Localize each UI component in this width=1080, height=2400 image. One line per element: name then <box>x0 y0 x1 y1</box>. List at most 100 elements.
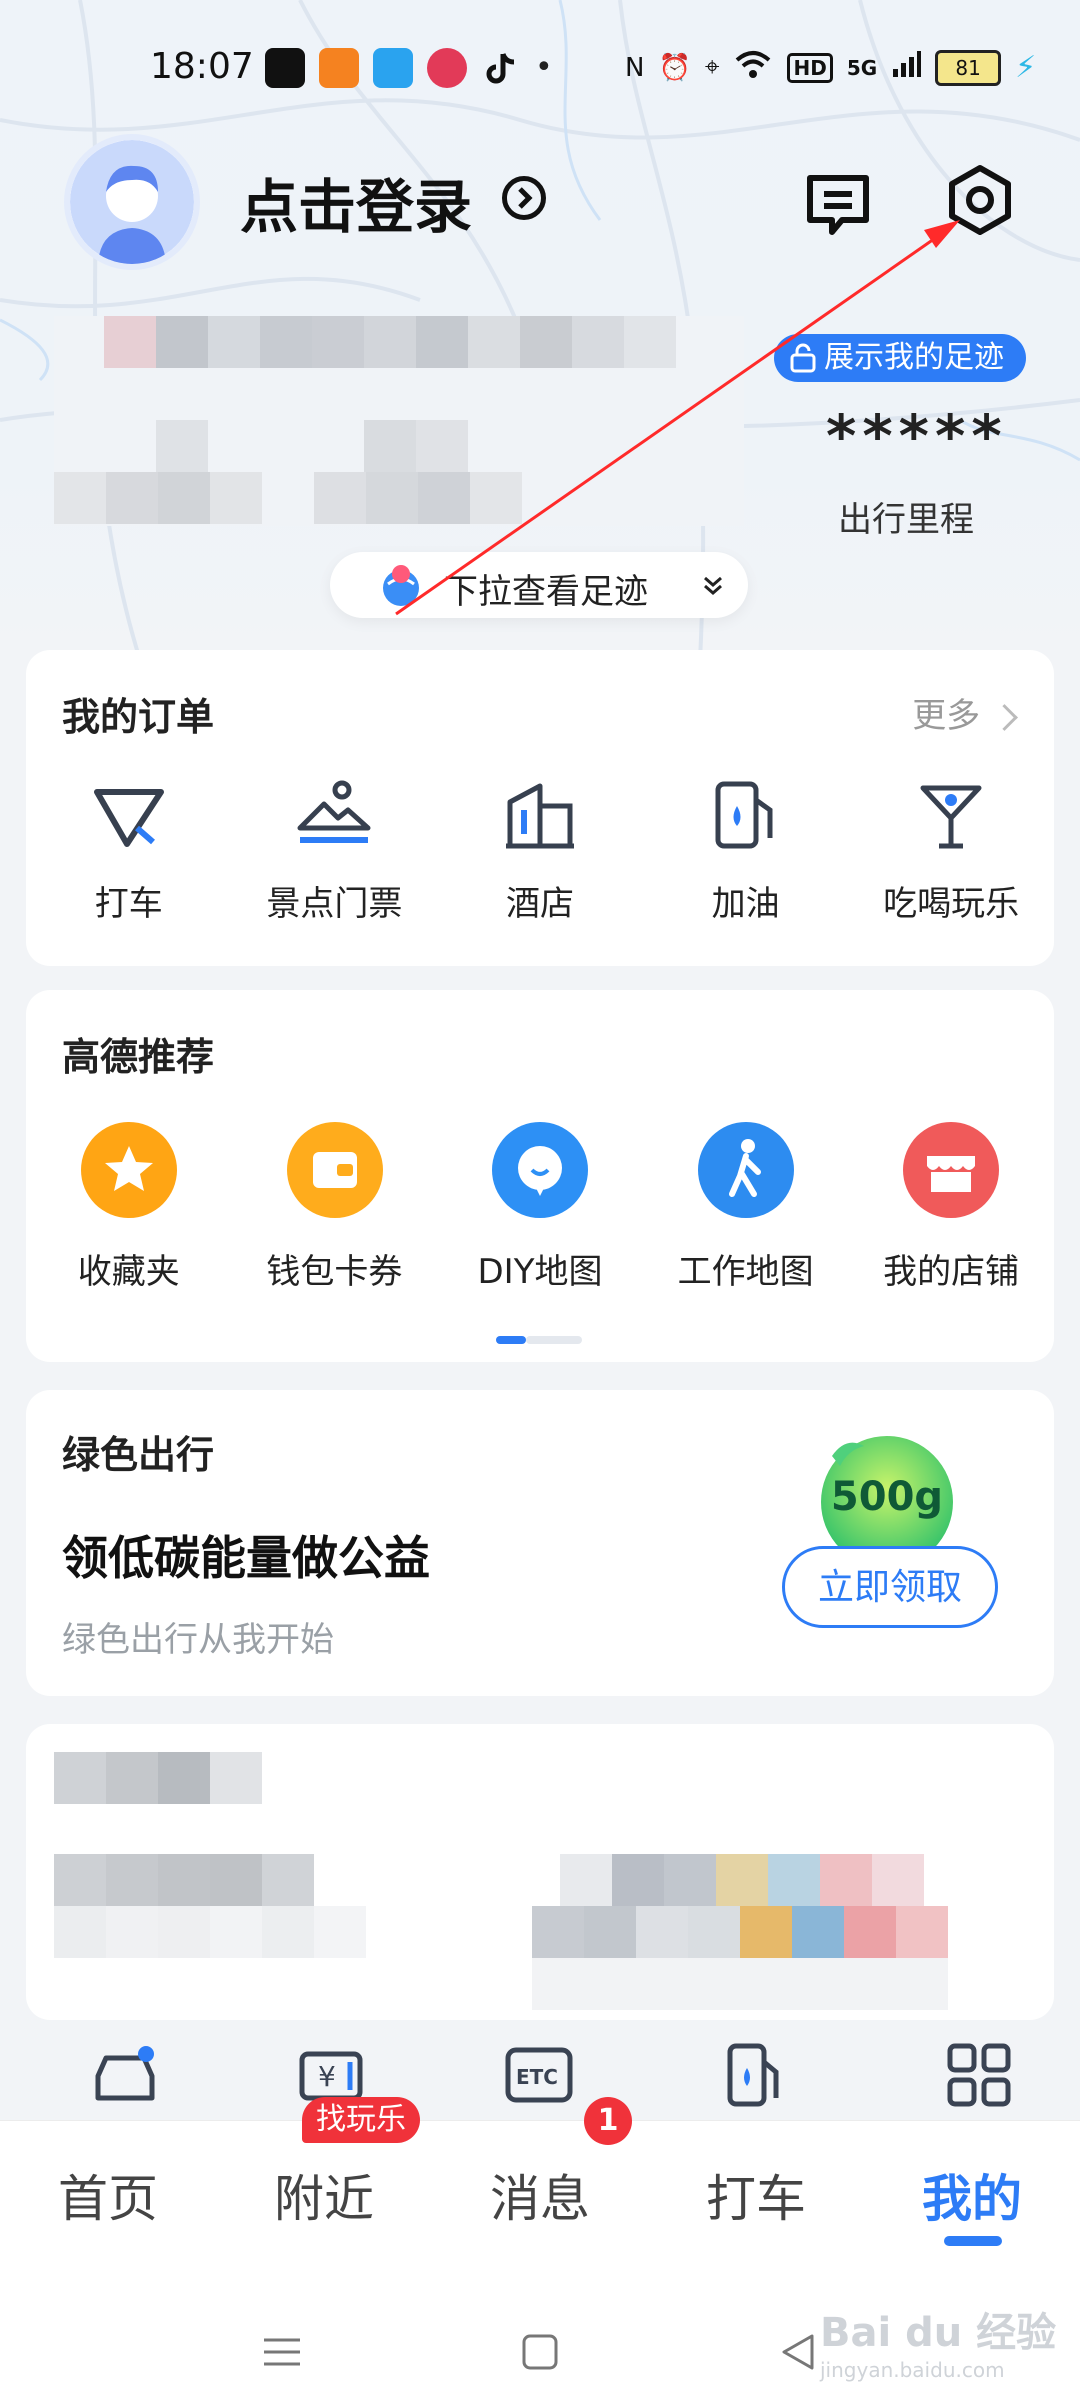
star-icon <box>81 1122 177 1218</box>
walking-person-icon <box>697 1122 794 1218</box>
charging-icon: ⚡ <box>1015 50 1037 85</box>
tiktok-icon <box>481 48 521 88</box>
my-shop-label: 我的店铺 <box>883 1252 1020 1292</box>
order-taxi[interactable]: 打车 <box>26 776 232 924</box>
claim-now-button[interactable]: 立即领取 <box>782 1546 998 1628</box>
cocktail-icon <box>920 785 982 849</box>
show-footprint-button[interactable]: 展示我的足迹 <box>774 334 1026 382</box>
tool-fuel[interactable] <box>648 2010 864 2120</box>
chevron-right-circle-icon[interactable] <box>502 176 546 220</box>
green-title: 绿色出行 <box>62 1433 215 1477</box>
watermark-sub: jingyan.baidu.com <box>820 2358 1005 2382</box>
message-count-badge: 1 <box>584 2097 632 2145</box>
tool-all-apps[interactable] <box>864 2010 1080 2120</box>
diy-map-label: DIY地图 <box>477 1252 603 1292</box>
network-5g-icon: 5G <box>846 55 878 80</box>
menu-icon[interactable] <box>262 2332 302 2372</box>
message-icon[interactable] <box>802 170 874 246</box>
favorites-label: 收藏夹 <box>77 1252 180 1292</box>
fuel-pump-icon <box>715 781 773 849</box>
diy-map-icon <box>492 1122 589 1218</box>
energy-ball-icon: 500g <box>812 1430 962 1560</box>
mileage-label: 出行里程 <box>838 500 974 540</box>
wifi-icon <box>733 48 773 87</box>
lock-icon <box>790 343 816 373</box>
shop-icon <box>903 1122 1000 1218</box>
order-scenic-ticket[interactable]: 景点门票 <box>232 776 438 924</box>
status-time: 18:07 <box>150 46 254 87</box>
wallet-icon <box>286 1122 383 1218</box>
nearby-badge: 找玩乐 <box>302 2097 420 2143</box>
mileage-value: ***** <box>826 402 1008 470</box>
home-square-icon[interactable] <box>520 2332 560 2372</box>
green-headline: 领低碳能量做公益 <box>62 1531 430 1585</box>
tools-row: ¥ ETC <box>0 2010 1080 2120</box>
tab-taxi[interactable]: 打车 <box>648 2121 864 2251</box>
blurred-content <box>54 1752 948 2010</box>
signal-icon <box>891 49 922 86</box>
car-service-icon <box>95 2046 155 2101</box>
nfc-icon: N <box>625 52 645 83</box>
order-fuel[interactable]: 加油 <box>643 776 849 924</box>
tab-taxi-label: 打车 <box>706 2170 806 2228</box>
pull-down-footprint[interactable]: 下拉查看足迹 <box>330 552 748 618</box>
hotel-building-icon <box>505 783 574 849</box>
svg-text:¥: ¥ <box>318 2060 336 2093</box>
orders-card: 我的订单 更多 打车 景点门票 酒店 加油 吃喝玩乐 <box>26 650 1054 966</box>
settings-gear-icon[interactable] <box>944 164 1016 240</box>
tab-mine[interactable]: 我的 <box>864 2121 1080 2251</box>
tab-mine-label: 我的 <box>922 2170 1022 2228</box>
notification-icons: • <box>265 48 553 88</box>
baidu-watermark: Bai du 经验 jingyan.baidu.com <box>820 2300 1056 2382</box>
order-entertainment-label: 吃喝玩乐 <box>883 884 1020 924</box>
alarm-icon: ⏰ <box>658 52 691 83</box>
blurred-profile-info <box>54 316 744 526</box>
login-link[interactable]: 点击登录 <box>240 160 472 244</box>
wallet-label: 钱包卡券 <box>266 1252 403 1292</box>
double-chevron-down-icon <box>704 576 722 595</box>
fuel-station-icon <box>727 2043 779 2107</box>
tab-home[interactable]: 首页 <box>0 2121 216 2251</box>
page-indicator <box>496 1336 582 1344</box>
uc-browser-icon <box>319 48 359 88</box>
tab-messages-label: 消息 <box>490 2170 590 2228</box>
order-entertainment[interactable]: 吃喝玩乐 <box>848 776 1054 924</box>
telegram-icon <box>373 48 413 88</box>
orders-more-link[interactable]: 更多 <box>912 688 1018 737</box>
order-taxi-label: 打车 <box>94 884 163 924</box>
green-subtitle: 绿色出行从我开始 <box>62 1620 334 1660</box>
app-notification-icon <box>265 48 305 88</box>
status-bar: 18:07 • N ⏰ ⌖ HD 5G 81 ⚡ <box>0 40 1080 96</box>
battery-icon: 81 <box>935 49 1002 86</box>
tab-home-label: 首页 <box>58 2170 158 2228</box>
footprint-badge-label: 展示我的足迹 <box>824 340 1004 375</box>
svg-text:ETC: ETC <box>516 2065 558 2089</box>
back-triangle-icon[interactable] <box>778 2332 818 2372</box>
hd-icon: HD <box>787 52 833 83</box>
more-label: 更多 <box>912 696 981 736</box>
watermark-main: Bai du 经验 <box>820 2310 1057 2356</box>
energy-amount: 500g <box>830 1474 944 1520</box>
order-scenic-label: 景点门票 <box>266 884 403 924</box>
scenic-ticket-icon <box>297 780 371 843</box>
system-navigation-bar: Bai du 经验 jingyan.baidu.com <box>0 2250 1080 2400</box>
order-hotel-label: 酒店 <box>505 884 574 924</box>
taxi-triangle-icon <box>93 789 164 847</box>
pull-hint-label: 下拉查看足迹 <box>444 572 648 612</box>
tab-nearby-label: 附近 <box>274 2170 374 2228</box>
apps-grid-icon <box>947 2043 1011 2107</box>
location-icon: ⌖ <box>704 52 720 82</box>
more-notifications-dot-icon: • <box>535 50 553 85</box>
recommend-title: 高德推荐 <box>62 1035 215 1079</box>
work-map-label: 工作地图 <box>677 1252 814 1292</box>
order-hotel[interactable]: 酒店 <box>437 776 643 924</box>
system-icons: N ⏰ ⌖ HD 5G 81 ⚡ <box>625 48 1036 87</box>
bottom-navigation: 首页 附近 消息 打车 我的 <box>0 2120 1080 2251</box>
green-travel-card: 绿色出行 领低碳能量做公益 绿色出行从我开始 500g 立即领取 <box>26 1390 1054 1696</box>
orders-title: 我的订单 <box>62 695 215 739</box>
tool-car-service[interactable] <box>0 2010 216 2120</box>
globe-icon <box>383 565 419 606</box>
etc-icon: ETC <box>505 2047 573 2103</box>
avatar[interactable] <box>64 134 200 270</box>
chevron-right-icon <box>991 704 1018 731</box>
